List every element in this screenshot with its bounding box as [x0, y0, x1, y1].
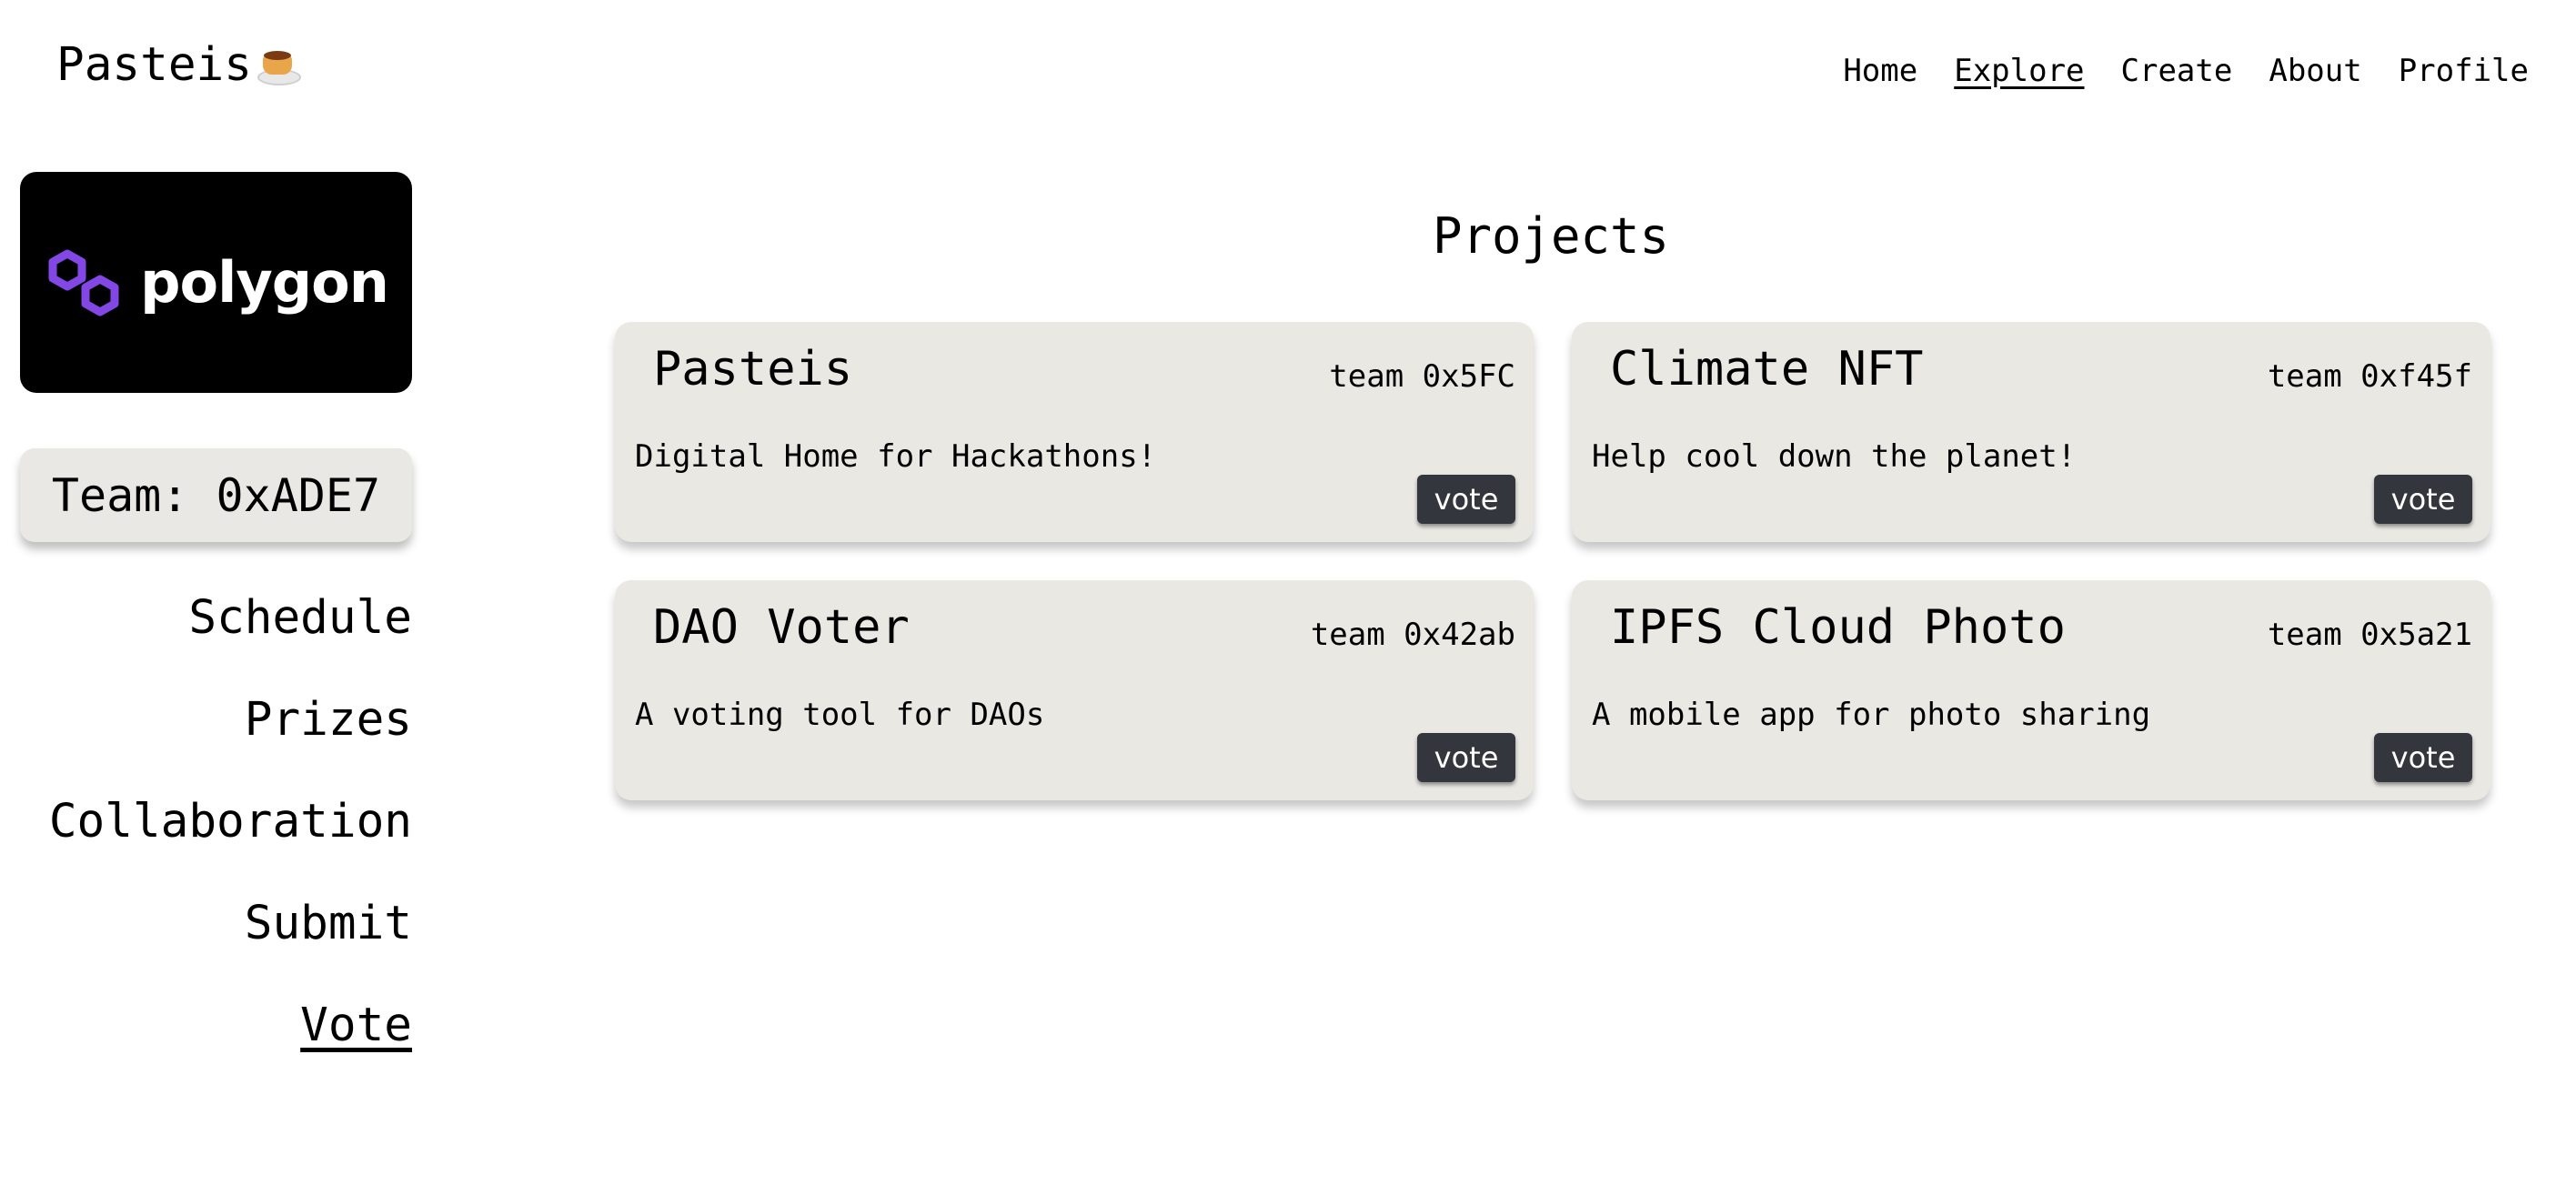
flan-icon	[256, 44, 301, 87]
sidebar-item-submit[interactable]: Submit	[245, 888, 412, 989]
nav-about[interactable]: About	[2269, 53, 2361, 89]
project-team: team 0x5FC	[1329, 358, 1515, 395]
team-badge: Team: 0xADE7	[20, 448, 412, 542]
page-title: Projects	[1432, 207, 1670, 265]
top-nav: Home Explore Create About Profile	[1843, 53, 2529, 89]
project-description: A voting tool for DAOs	[635, 697, 1045, 733]
project-team: team 0x5a21	[2267, 617, 2472, 653]
brand-logo[interactable]: Pasteis	[56, 38, 301, 92]
vote-button[interactable]: vote	[1417, 475, 1515, 524]
sponsor-logo-card: polygon	[20, 172, 412, 393]
project-title: DAO Voter	[653, 600, 910, 655]
project-card: DAO Voter team 0x42ab A voting tool for …	[615, 580, 1534, 800]
project-description: Help cool down the planet!	[1592, 438, 2077, 475]
nav-create[interactable]: Create	[2121, 53, 2233, 89]
project-team: team 0x42ab	[1310, 617, 1515, 653]
vote-button[interactable]: vote	[2374, 475, 2472, 524]
team-label: Team: 0xADE7	[51, 468, 381, 522]
vote-button[interactable]: vote	[2374, 733, 2472, 782]
sidebar-item-prizes[interactable]: Prizes	[245, 684, 412, 786]
brand-name: Pasteis	[56, 38, 252, 92]
nav-home[interactable]: Home	[1843, 53, 1917, 89]
project-card: Climate NFT team 0xf45f Help cool down t…	[1572, 322, 2490, 542]
project-description: Digital Home for Hackathons!	[635, 438, 1157, 475]
nav-explore[interactable]: Explore	[1954, 53, 2084, 89]
sidebar-item-collaboration[interactable]: Collaboration	[49, 786, 412, 888]
polygon-logo-icon	[48, 249, 119, 316]
project-description: A mobile app for photo sharing	[1592, 697, 2151, 733]
project-title: IPFS Cloud Photo	[1610, 600, 2066, 655]
projects-grid: Pasteis team 0x5FC Digital Home for Hack…	[615, 322, 2490, 800]
nav-profile[interactable]: Profile	[2399, 53, 2529, 89]
project-card: IPFS Cloud Photo team 0x5a21 A mobile ap…	[1572, 580, 2490, 800]
sidebar-nav: Schedule Prizes Collaboration Submit Vot…	[20, 582, 412, 1091]
sidebar-item-vote[interactable]: Vote	[300, 989, 412, 1091]
project-team: team 0xf45f	[2267, 358, 2472, 395]
project-card: Pasteis team 0x5FC Digital Home for Hack…	[615, 322, 1534, 542]
vote-button[interactable]: vote	[1417, 733, 1515, 782]
sponsor-name: polygon	[140, 249, 389, 316]
sidebar-item-schedule[interactable]: Schedule	[188, 582, 412, 684]
project-title: Pasteis	[653, 342, 853, 397]
project-title: Climate NFT	[1610, 342, 1924, 397]
